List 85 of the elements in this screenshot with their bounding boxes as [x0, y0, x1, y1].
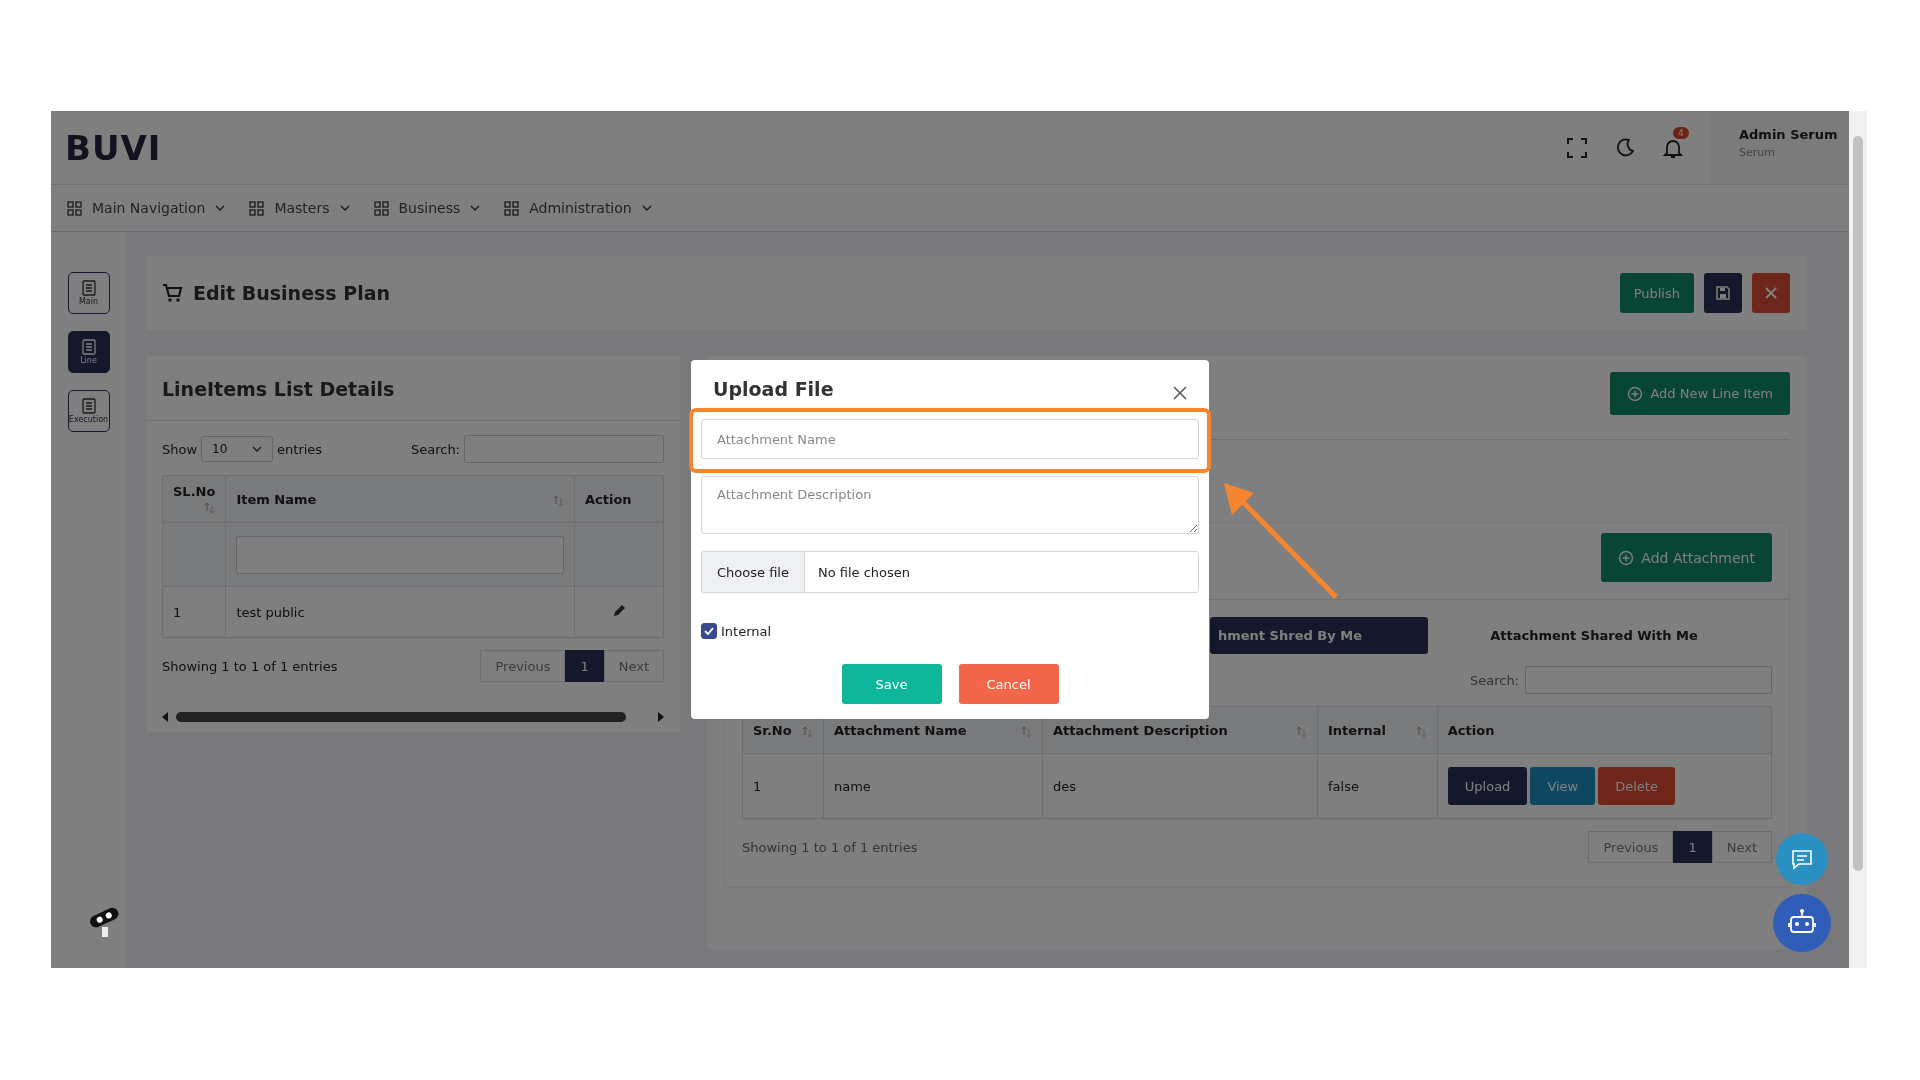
chevron-down-icon: [215, 204, 226, 212]
checkbox-label: Internal: [721, 623, 772, 639]
tab[interactable]: hment Shred By Me: [1210, 617, 1428, 654]
table-cell: 1: [742, 753, 824, 819]
user-role: Serum: [1739, 146, 1776, 159]
chevron-down-icon: [470, 204, 481, 212]
chat-button[interactable]: [1776, 833, 1828, 885]
table-cell: 1: [162, 586, 226, 638]
search-label: Search:: [410, 441, 460, 457]
checkbox[interactable]: [701, 623, 717, 639]
document-icon: [81, 339, 96, 355]
cart-icon: [163, 284, 183, 302]
previous-button[interactable]: Previous: [1588, 831, 1674, 863]
checkmark-icon: [704, 627, 714, 635]
side-tab[interactable]: Line: [67, 331, 110, 373]
column-header[interactable]: Action: [1437, 706, 1772, 754]
plus-circle-icon: [1618, 549, 1635, 566]
attachment-name-field[interactable]: Attachment Name: [701, 419, 1199, 459]
save-button[interactable]: Save: [841, 664, 942, 704]
close-icon[interactable]: [1173, 386, 1187, 400]
chevron-down-icon: [252, 445, 263, 453]
search-label: Search:: [1469, 672, 1519, 688]
column-header[interactable]: Item Name: [225, 475, 575, 523]
previous-button[interactable]: Previous: [480, 650, 566, 682]
attachment-description-field[interactable]: Attachment Description: [701, 476, 1199, 534]
search-field[interactable]: [1525, 666, 1772, 694]
close-icon: [1765, 287, 1777, 299]
chevron-down-icon: [641, 204, 652, 212]
card-title: LineItems List Details: [146, 356, 680, 421]
column-header[interactable]: SL.No: [162, 475, 226, 523]
table-cell: false: [1317, 753, 1438, 819]
search-field[interactable]: [464, 435, 664, 463]
robot-button[interactable]: [1773, 894, 1831, 952]
close-button[interactable]: [1752, 273, 1790, 313]
entries-label: entries: [277, 441, 323, 457]
show-label: Show: [162, 441, 198, 457]
upload-button[interactable]: Upload: [1447, 767, 1528, 805]
scroll-left-icon: [162, 712, 168, 722]
nav-menu-item[interactable]: Masters: [249, 200, 350, 216]
next-button[interactable]: Next: [603, 650, 664, 682]
user-name: Admin Serum: [1739, 127, 1835, 142]
entries-summary: Showing 1 to 1 of 1 entries: [742, 839, 918, 855]
cancel-button[interactable]: Cancel: [958, 664, 1059, 704]
file-picker[interactable]: Choose file No file chosen: [701, 551, 1199, 593]
notification-badge: 4: [1673, 126, 1689, 139]
table-cell: test public: [225, 586, 575, 638]
page-title: Edit Business Plan: [193, 282, 391, 304]
dialog-title: Upload File: [713, 378, 834, 400]
table-cell: des: [1042, 753, 1318, 819]
tab[interactable]: Attachment Shared With Me: [1428, 617, 1758, 654]
grid-icon: [504, 200, 520, 216]
document-icon: [81, 280, 96, 296]
column-header[interactable]: Action: [574, 475, 664, 523]
grid-icon: [67, 200, 82, 216]
column-header[interactable]: Internal: [1317, 706, 1438, 754]
next-button[interactable]: Next: [1711, 831, 1772, 863]
side-tab[interactable]: Execution: [67, 390, 110, 432]
user-panel[interactable]: Admin Serum Serum: [1711, 111, 1849, 184]
scrollbar[interactable]: [1849, 111, 1867, 968]
table-cell: name: [823, 753, 1043, 819]
page-button[interactable]: 1: [1673, 831, 1712, 863]
add-line-item-button[interactable]: Add New Line Item: [1610, 372, 1790, 415]
nav-menu-item[interactable]: Business: [373, 200, 481, 216]
add-attachment-button[interactable]: Add Attachment: [1601, 533, 1772, 582]
fullscreen-icon[interactable]: [1567, 137, 1587, 158]
page-size-select[interactable]: 10: [201, 436, 274, 462]
publish-button[interactable]: Publish: [1619, 273, 1694, 313]
chevron-down-icon: [339, 204, 350, 212]
grid-icon: [373, 200, 389, 216]
nav-menu-item[interactable]: Administration: [504, 200, 652, 216]
plus-circle-icon: [1627, 385, 1644, 402]
save-button[interactable]: [1704, 273, 1742, 313]
pencil-icon[interactable]: [612, 604, 626, 617]
document-icon: [81, 398, 96, 414]
page-button[interactable]: 1: [565, 650, 604, 682]
filter-field[interactable]: [236, 535, 564, 574]
grid-icon: [249, 200, 265, 216]
moon-icon[interactable]: [1615, 137, 1635, 158]
entries-summary: Showing 1 to 1 of 1 entries: [162, 658, 338, 674]
logo: BUVI: [65, 127, 162, 168]
side-tab[interactable]: Main: [67, 272, 110, 314]
scroll-right-icon: [658, 712, 664, 722]
view-button[interactable]: View: [1530, 767, 1596, 805]
delete-button[interactable]: Delete: [1598, 767, 1675, 805]
nav-menu-item[interactable]: Main Navigation: [67, 200, 226, 216]
